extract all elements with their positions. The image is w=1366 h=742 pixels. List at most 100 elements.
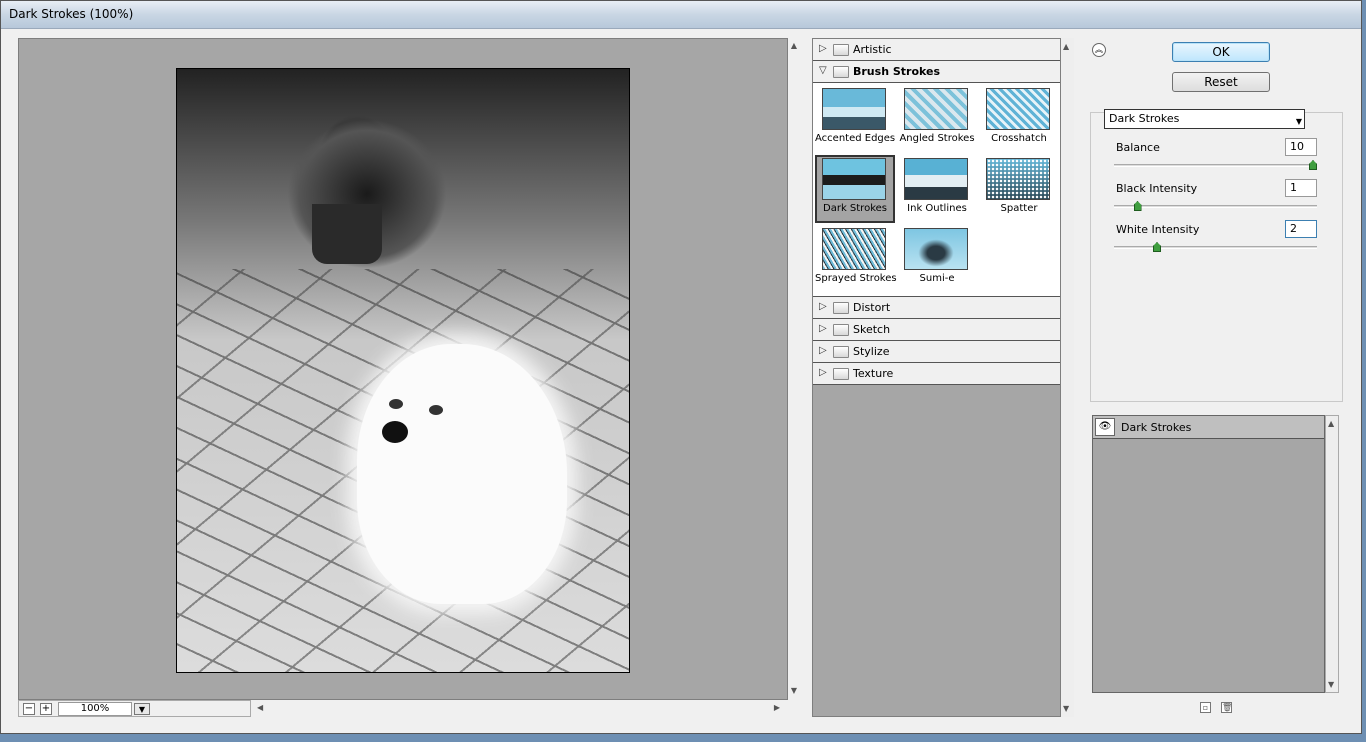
new-effect-layer-icon[interactable]: ▫ (1200, 702, 1211, 713)
category-texture[interactable]: ▷ Texture (813, 363, 1060, 385)
balance-slider[interactable] (1114, 160, 1317, 170)
thumb-sumi-e[interactable]: Sumi-e (897, 225, 977, 293)
zoom-out-button[interactable]: − (23, 703, 35, 715)
effect-layers-panel: 👁 Dark Strokes (1092, 415, 1325, 693)
thumb-label: Angled Strokes (899, 133, 975, 144)
category-label: Stylize (853, 345, 890, 358)
category-label: Artistic (853, 43, 892, 56)
dark-strokes-preview-image (822, 158, 886, 200)
angled-strokes-preview-image (904, 88, 968, 130)
ink-outlines-preview-image (904, 158, 968, 200)
preview-dog (357, 344, 567, 604)
accented-edges-preview-image (822, 88, 886, 130)
sumi-e-preview-image (904, 228, 968, 270)
brush-strokes-thumbnails: Accented Edges Angled Strokes Crosshatch… (813, 83, 1060, 297)
thumb-label: Sprayed Strokes (815, 273, 897, 284)
double-chevron-up-icon[interactable]: ︽ (1092, 43, 1106, 57)
scroll-up-arrow[interactable]: ▲ (1328, 419, 1334, 428)
zoom-dropdown-button[interactable]: ▼ (134, 703, 150, 715)
white-intensity-slider[interactable] (1114, 242, 1317, 252)
effect-layer-row[interactable]: 👁 Dark Strokes (1093, 416, 1324, 439)
scroll-down-arrow[interactable]: ▼ (1063, 704, 1069, 713)
black-intensity-slider[interactable] (1114, 201, 1317, 211)
thumb-sprayed-strokes[interactable]: Sprayed Strokes (815, 225, 897, 293)
white-intensity-field[interactable]: 2 (1285, 220, 1317, 238)
thumb-spatter[interactable]: Spatter (979, 155, 1059, 223)
collapse-triangle-icon: ▽ (819, 65, 827, 76)
expand-triangle-icon: ▷ (819, 301, 827, 312)
zoom-in-button[interactable]: + (40, 703, 52, 715)
white-intensity-label: White Intensity (1116, 223, 1200, 236)
category-label: Texture (853, 367, 894, 380)
filter-gallery-window: Dark Strokes (100%) ▲ ▼ − + 100% ▼ ◀ ▶ ▷… (0, 0, 1362, 734)
scroll-left-arrow[interactable]: ◀ (257, 703, 263, 712)
thumb-label: Accented Edges (815, 133, 896, 144)
expand-triangle-icon: ▷ (819, 345, 827, 356)
crosshatch-preview-image (986, 88, 1050, 130)
category-label: Sketch (853, 323, 891, 336)
black-intensity-label: Black Intensity (1116, 182, 1198, 195)
category-stylize[interactable]: ▷ Stylize (813, 341, 1060, 363)
thumb-angled-strokes[interactable]: Angled Strokes (897, 85, 977, 153)
preview-dog-eye-left (389, 399, 403, 409)
folder-icon (833, 302, 849, 314)
preview-area[interactable] (18, 38, 788, 700)
folder-open-icon (833, 66, 849, 78)
thumb-label: Sumi-e (919, 273, 955, 284)
eye-icon[interactable]: 👁 (1095, 418, 1115, 436)
expand-triangle-icon: ▷ (819, 367, 827, 378)
thumb-label: Crosshatch (991, 133, 1047, 144)
filter-gallery-list: ▷ Artistic ▽ Brush Strokes Accented Edge… (812, 38, 1061, 717)
folder-icon (833, 324, 849, 336)
category-artistic[interactable]: ▷ Artistic (813, 39, 1060, 61)
scroll-right-arrow[interactable]: ▶ (774, 703, 780, 712)
preview-scroll-down-arrow[interactable]: ▼ (788, 686, 800, 695)
balance-label: Balance (1116, 141, 1160, 154)
balance-field[interactable]: 10 (1285, 138, 1317, 156)
reset-button[interactable]: Reset (1172, 72, 1270, 92)
layers-scrollbar[interactable]: ▲ ▼ (1325, 415, 1339, 693)
category-sketch[interactable]: ▷ Sketch (813, 319, 1060, 341)
thumb-label: Ink Outlines (907, 203, 967, 214)
expand-triangle-icon: ▷ (819, 323, 827, 334)
preview-scroll-up-arrow[interactable]: ▲ (788, 41, 800, 50)
folder-icon (833, 44, 849, 56)
minus-icon: − (24, 703, 34, 714)
scroll-down-arrow[interactable]: ▼ (1328, 680, 1334, 689)
preview-dog-nose (382, 421, 408, 443)
thumb-ink-outlines[interactable]: Ink Outlines (897, 155, 977, 223)
thumb-label: Spatter (1000, 203, 1038, 214)
trash-icon[interactable]: 🗑 (1221, 702, 1232, 713)
gallery-scrollbar[interactable]: ▲ ▼ (1061, 38, 1074, 717)
effect-layer-name: Dark Strokes (1121, 421, 1192, 434)
ok-button[interactable]: OK (1172, 42, 1270, 62)
scroll-up-arrow[interactable]: ▲ (1063, 42, 1069, 51)
chevron-down-icon: ▼ (138, 705, 146, 714)
zoom-level-field[interactable]: 100% (58, 702, 132, 716)
filter-select-value: Dark Strokes (1109, 112, 1180, 125)
folder-icon (833, 346, 849, 358)
category-brush-strokes[interactable]: ▽ Brush Strokes (813, 61, 1060, 83)
preview-horizontal-scrollbar[interactable]: ◀ ▶ (251, 700, 788, 717)
spatter-preview-image (986, 158, 1050, 200)
plus-icon: + (41, 703, 51, 714)
folder-icon (833, 368, 849, 380)
window-title: Dark Strokes (100%) (9, 7, 134, 21)
chevron-down-icon: ▼ (1295, 117, 1302, 126)
category-label: Distort (853, 301, 891, 314)
preview-pot (312, 204, 382, 264)
thumb-crosshatch[interactable]: Crosshatch (979, 85, 1059, 153)
preview-image (176, 68, 630, 673)
black-intensity-field[interactable]: 1 (1285, 179, 1317, 197)
filter-select[interactable]: Dark Strokes ▼ (1104, 109, 1305, 129)
expand-triangle-icon: ▷ (819, 43, 827, 54)
thumb-dark-strokes[interactable]: Dark Strokes (815, 155, 895, 223)
thumb-label: Dark Strokes (823, 203, 887, 214)
preview-dog-eye-right (429, 405, 443, 415)
sprayed-strokes-preview-image (822, 228, 886, 270)
category-distort[interactable]: ▷ Distort (813, 297, 1060, 319)
thumb-accented-edges[interactable]: Accented Edges (815, 85, 895, 153)
category-label: Brush Strokes (853, 65, 941, 78)
title-bar: Dark Strokes (100%) (1, 1, 1361, 29)
zoom-bar: − + 100% ▼ (18, 700, 251, 717)
